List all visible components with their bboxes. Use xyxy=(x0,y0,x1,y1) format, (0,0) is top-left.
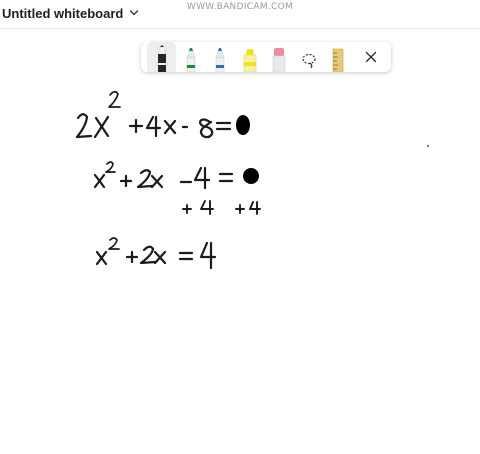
stray-ink-dot xyxy=(427,145,429,147)
ink-line-3 xyxy=(182,200,261,215)
ink-line-1 xyxy=(75,90,250,139)
ink-line-4 xyxy=(95,237,217,270)
ink-line-2 xyxy=(93,161,259,190)
handwritten-ink-layer xyxy=(75,90,261,270)
